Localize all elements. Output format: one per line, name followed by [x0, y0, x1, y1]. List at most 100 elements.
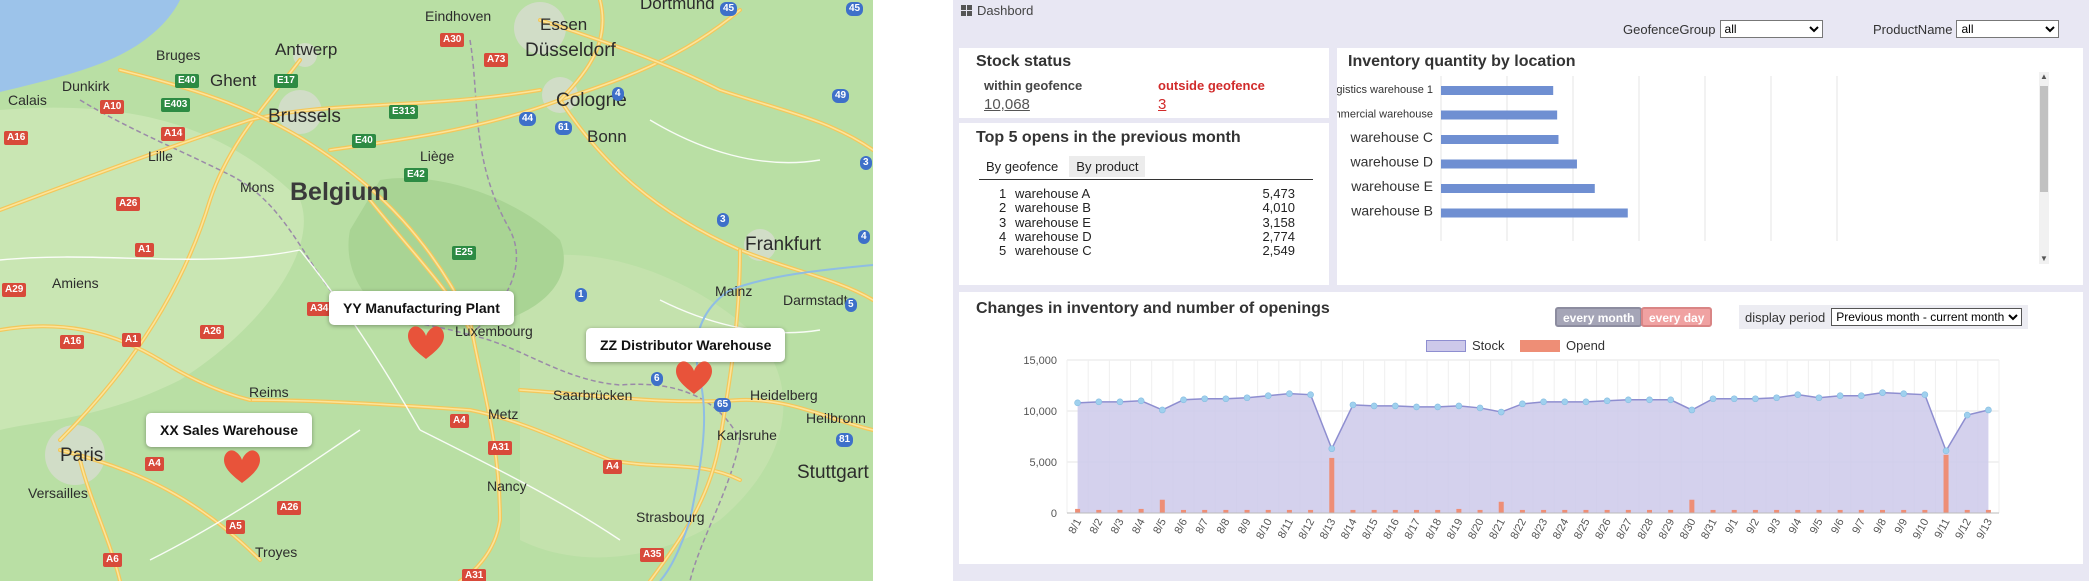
opend-bar[interactable] — [1075, 508, 1081, 513]
inventory-bar[interactable] — [1441, 159, 1577, 169]
stock-point[interactable] — [1858, 392, 1865, 399]
display-period-select[interactable]: Previous month - current month — [1831, 308, 2023, 326]
scroll-down-icon[interactable]: ▼ — [2039, 254, 2049, 264]
inventory-scrollbar[interactable]: ▲ ▼ — [2039, 72, 2049, 264]
y-tick-label: 0 — [1051, 508, 1057, 520]
legend-stock[interactable]: Stock — [1426, 338, 1505, 353]
road-shield: A4 — [603, 460, 622, 474]
tab-by-geofence[interactable]: By geofence — [979, 156, 1066, 177]
stock-point[interactable] — [1159, 406, 1166, 414]
stock-point[interactable] — [1413, 403, 1420, 411]
stock-point[interactable] — [1815, 394, 1823, 402]
stock-point[interactable] — [1455, 402, 1463, 410]
stock-point[interactable] — [1794, 391, 1802, 398]
inventory-bar[interactable] — [1441, 135, 1559, 144]
road-shield: A16 — [60, 335, 85, 349]
x-tick-label: 9/13 — [1974, 517, 1995, 542]
stock-point[interactable] — [1243, 394, 1251, 402]
stock-point[interactable] — [1879, 389, 1886, 396]
stock-point[interactable] — [1497, 408, 1505, 416]
opend-bar[interactable] — [1456, 508, 1462, 513]
pin-xx-sales-warehouse-icon[interactable] — [222, 444, 262, 484]
pin-yy-manufacturing-plant-icon[interactable] — [406, 320, 446, 360]
scroll-up-icon[interactable]: ▲ — [2039, 72, 2049, 82]
x-tick-label: 8/21 — [1487, 517, 1508, 542]
x-tick-label: 9/11 — [1932, 517, 1952, 541]
top5-name: warehouse A — [1015, 186, 1091, 201]
inventory-bar[interactable] — [1441, 86, 1554, 95]
stock-point[interactable] — [1222, 395, 1230, 403]
stock-point[interactable] — [1773, 394, 1780, 402]
inventory-bar[interactable] — [1441, 110, 1558, 120]
stock-point[interactable] — [1095, 398, 1103, 406]
x-tick-label: 8/8 — [1215, 517, 1233, 536]
every-day-button[interactable]: every day — [1641, 307, 1713, 327]
stock-point[interactable] — [1116, 398, 1124, 406]
opend-bar[interactable] — [1689, 499, 1695, 513]
geofence-group-filter: GeofenceGroup all — [1623, 20, 1823, 38]
pin-zz-distributor-warehouse-icon[interactable] — [674, 355, 714, 395]
stock-point[interactable] — [1709, 395, 1717, 403]
stock-point[interactable] — [1201, 395, 1208, 403]
opend-bar[interactable] — [1159, 499, 1165, 513]
top5-row[interactable]: 2 warehouse B 4,010 — [999, 200, 1295, 215]
inventory-bar[interactable] — [1441, 184, 1595, 193]
opend-bar[interactable] — [1498, 501, 1504, 513]
outside-geofence-value[interactable]: 3 — [1158, 96, 1166, 113]
stock-point[interactable] — [1370, 402, 1378, 410]
location-callout[interactable]: XX Sales Warehouse — [146, 413, 312, 447]
stock-point[interactable] — [1603, 397, 1611, 405]
stock-point[interactable] — [1307, 391, 1314, 398]
geofence-group-select[interactable]: all — [1719, 20, 1823, 38]
stock-point[interactable] — [1646, 396, 1653, 404]
stock-point[interactable] — [1540, 398, 1547, 406]
stock-point[interactable] — [1688, 406, 1696, 414]
stock-point[interactable] — [1921, 391, 1929, 398]
stock-point[interactable] — [1286, 390, 1293, 397]
x-tick-label: 9/3 — [1765, 517, 1783, 536]
stock-point[interactable] — [1074, 399, 1081, 407]
stock-point[interactable] — [1582, 398, 1590, 406]
inventory-bar[interactable] — [1441, 208, 1628, 218]
opend-bar[interactable] — [1329, 457, 1335, 513]
stock-point[interactable] — [1180, 396, 1187, 404]
stock-point[interactable] — [1349, 401, 1357, 409]
top5-name: warehouse D — [1015, 228, 1092, 244]
product-name-select[interactable]: all — [1956, 20, 2060, 38]
display-period-label: display period — [1745, 309, 1826, 325]
within-geofence-value[interactable]: 10,068 — [984, 96, 1030, 113]
stock-point[interactable] — [1836, 392, 1844, 399]
stock-point[interactable] — [1137, 397, 1145, 405]
top5-row[interactable]: 4 warehouse D 2,774 — [999, 229, 1295, 244]
stock-point[interactable] — [1519, 400, 1526, 408]
stock-point[interactable] — [1730, 395, 1738, 403]
top5-row[interactable]: 1 warehouse A 5,473 — [999, 186, 1295, 201]
scrollbar-thumb[interactable] — [2040, 86, 2048, 192]
opend-bar[interactable] — [1943, 454, 1949, 513]
stock-point[interactable] — [1963, 411, 1971, 419]
stock-point[interactable] — [1328, 445, 1336, 453]
x-tick-label: 8/15 — [1360, 517, 1381, 542]
stock-point[interactable] — [1900, 390, 1907, 397]
stock-point[interactable] — [1264, 392, 1272, 399]
top5-row[interactable]: 5 warehouse C 2,549 — [999, 243, 1295, 258]
stock-point[interactable] — [1434, 403, 1441, 411]
stock-point[interactable] — [1561, 398, 1569, 406]
city-label: Versailles — [28, 485, 88, 501]
stock-point[interactable] — [1942, 447, 1950, 455]
stock-point[interactable] — [1625, 396, 1632, 404]
city-label: Metz — [488, 406, 519, 422]
legend-opend[interactable]: Opend — [1520, 338, 1605, 353]
every-month-button[interactable]: every month — [1555, 307, 1643, 327]
top5-row[interactable]: 3 warehouse E 3,158 — [999, 215, 1295, 230]
stock-point[interactable] — [1392, 402, 1399, 410]
stock-point[interactable] — [1667, 396, 1674, 404]
stock-status-panel: Stock status within geofence 10,068 outs… — [959, 48, 1329, 118]
stock-point[interactable] — [1476, 404, 1484, 412]
opend-bar[interactable] — [1138, 508, 1144, 513]
map-view[interactable]: Belgium Eindhoven Essen Dortmund Bruges Antwe… — [0, 0, 873, 581]
stock-point[interactable] — [1752, 395, 1759, 403]
tab-by-product[interactable]: By product — [1069, 156, 1146, 177]
top5-value: 2,549 — [1262, 243, 1295, 259]
stock-point[interactable] — [1985, 406, 1992, 414]
